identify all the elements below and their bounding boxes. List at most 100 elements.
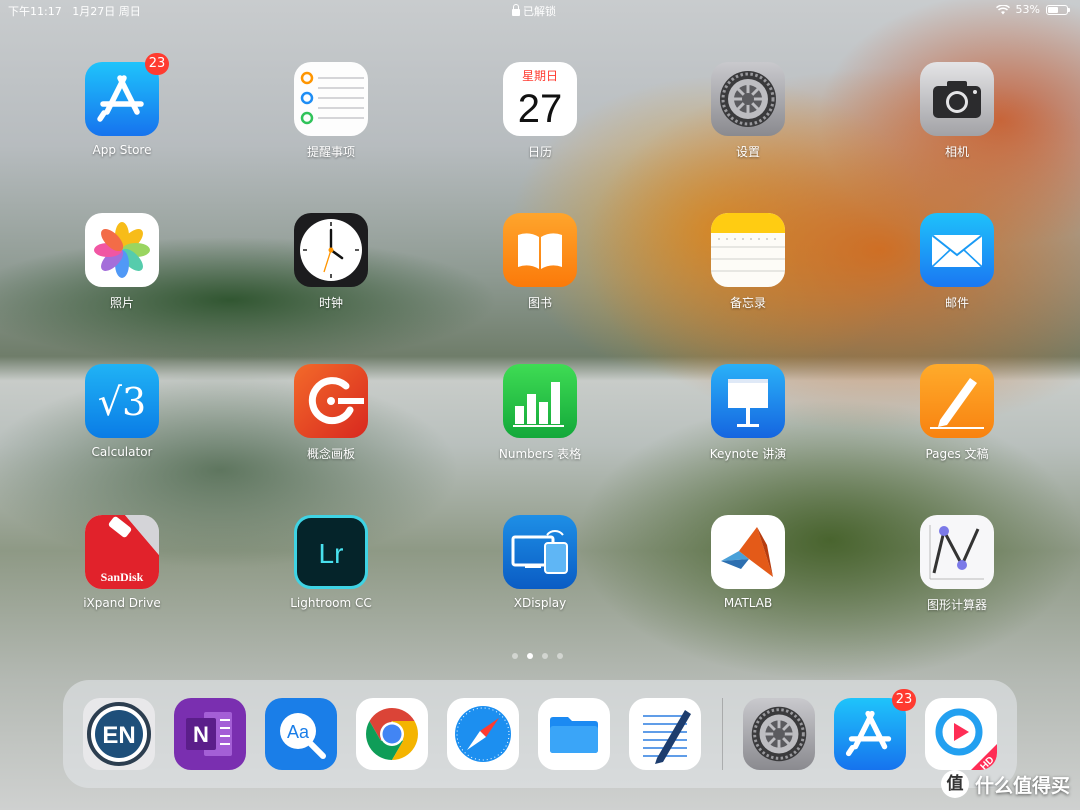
svg-text:N: N [193, 722, 209, 747]
app-label: Calculator [91, 445, 153, 459]
lightroom-glyph: Lr [319, 538, 344, 569]
app-lightroom[interactable]: Lr Lightroom CC [271, 515, 391, 610]
dock-divider [722, 698, 723, 770]
keynote-icon [711, 364, 785, 438]
dock-app-evernote[interactable]: EN [83, 698, 155, 770]
calendar-day: 27 [518, 87, 563, 131]
notification-badge: 23 [892, 689, 916, 711]
app-clock[interactable]: 时钟 [271, 213, 391, 311]
unlock-icon [512, 3, 520, 16]
watermark: 值 什么值得买 [940, 770, 1070, 798]
app-settings[interactable]: 设置 [688, 62, 808, 160]
calculator-glyph: √3 [98, 380, 146, 424]
status-bar: 下午11:17 1月27日 周日 已解锁 53% [0, 0, 1080, 20]
app-numbers[interactable]: Numbers 表格 [480, 364, 600, 462]
battery-percent: 53% [1015, 3, 1040, 16]
battery-fill [1048, 6, 1058, 13]
clock-icon [294, 213, 368, 287]
svg-text:EN: EN [102, 722, 135, 749]
dock-app-chrome[interactable] [356, 698, 428, 770]
app-label: Lightroom CC [290, 596, 372, 610]
app-app-store[interactable]: 23 App Store [62, 53, 182, 157]
app-store-icon [834, 698, 906, 770]
app-label: 照片 [109, 296, 134, 310]
numbers-icon [503, 364, 577, 438]
dock-app-settings[interactable] [743, 698, 815, 770]
camera-icon [920, 62, 994, 136]
app-mail[interactable]: 邮件 [897, 213, 1017, 311]
app-label: 提醒事项 [306, 145, 355, 159]
settings-icon [743, 698, 815, 770]
page-dot[interactable] [542, 653, 548, 659]
app-matlab[interactable]: MATLAB [688, 515, 808, 610]
app-label: Pages 文稿 [925, 447, 989, 461]
xdisplay-icon [503, 515, 577, 589]
app-label: 相机 [944, 145, 969, 159]
concepts-icon [294, 364, 368, 438]
status-time-date: 下午11:17 1月27日 周日 [8, 3, 141, 19]
page-dot[interactable] [557, 653, 563, 659]
dock-app-dictionary[interactable]: Aa [265, 698, 337, 770]
photos-icon [85, 213, 159, 287]
app-photos[interactable]: 照片 [62, 213, 182, 311]
app-label: Numbers 表格 [498, 447, 582, 461]
notability-icon [629, 698, 701, 770]
dock-app-onenote[interactable]: N [174, 698, 246, 770]
app-books[interactable]: 图书 [480, 213, 600, 311]
app-reminders[interactable]: 提醒事项 [271, 62, 391, 160]
calendar-weekday: 星期日 [522, 69, 558, 83]
mail-icon [920, 213, 994, 287]
lock-status-text: 已解锁 [523, 5, 556, 18]
battery-icon [1046, 4, 1070, 15]
svg-text:Aa: Aa [287, 722, 310, 742]
page-dot[interactable] [512, 653, 518, 659]
ixpand-glyph: SanDisk [101, 570, 144, 584]
app-label: 备忘录 [729, 296, 766, 310]
settings-icon [711, 62, 785, 136]
app-notes[interactable]: 备忘录 [688, 213, 808, 311]
dock-app-safari[interactable] [447, 698, 519, 770]
app-label: MATLAB [723, 596, 773, 610]
app-calendar[interactable]: 星期日 27 日历 [480, 62, 600, 160]
page-indicator[interactable] [512, 653, 563, 659]
app-graphing-calculator[interactable]: 图形计算器 [897, 515, 1017, 613]
app-concepts[interactable]: 概念画板 [271, 364, 391, 462]
watermark-logo: 值 [940, 770, 969, 798]
status-right: 53% [995, 3, 1070, 16]
reminders-icon [294, 62, 368, 136]
notification-badge: 23 [145, 53, 169, 75]
app-label: 图形计算器 [926, 598, 987, 612]
app-label: iXpand Drive [83, 596, 161, 610]
app-keynote[interactable]: Keynote 讲演 [688, 364, 808, 462]
youku-hd-icon: HD [925, 698, 997, 770]
safari-icon [447, 698, 519, 770]
app-label: 概念画板 [306, 447, 355, 461]
page-dot[interactable] [527, 653, 533, 659]
app-label: 邮件 [944, 296, 969, 310]
app-label: 日历 [527, 145, 552, 159]
chrome-icon [356, 698, 428, 770]
app-xdisplay[interactable]: XDisplay [480, 515, 600, 610]
graphing-calculator-icon [920, 515, 994, 589]
dock-app-app-store[interactable]: 23 [834, 689, 916, 770]
dock-app-files[interactable] [538, 698, 610, 770]
lightroom-icon: Lr [294, 515, 368, 589]
calendar-icon: 星期日 27 [503, 62, 577, 136]
notes-icon [711, 213, 785, 287]
calculator-icon: √3 [85, 364, 159, 438]
evernote-icon: EN [83, 698, 155, 770]
app-label: XDisplay [513, 596, 567, 610]
app-pages[interactable]: Pages 文稿 [897, 364, 1017, 462]
app-ixpand-drive[interactable]: SanDisk iXpand Drive [62, 515, 182, 610]
app-camera[interactable]: 相机 [897, 62, 1017, 160]
dock-app-notability[interactable] [629, 698, 701, 770]
dock-app-youku-hd[interactable]: HD [925, 698, 997, 770]
pages-icon [920, 364, 994, 438]
app-calculator[interactable]: √3 Calculator [62, 364, 182, 459]
app-label: 图书 [527, 296, 552, 310]
files-icon [538, 698, 610, 770]
app-label: App Store [92, 143, 152, 157]
watermark-text: 什么值得买 [974, 774, 1070, 797]
lock-status: 已解锁 [512, 3, 556, 19]
ixpand-drive-icon: SanDisk [85, 515, 159, 589]
